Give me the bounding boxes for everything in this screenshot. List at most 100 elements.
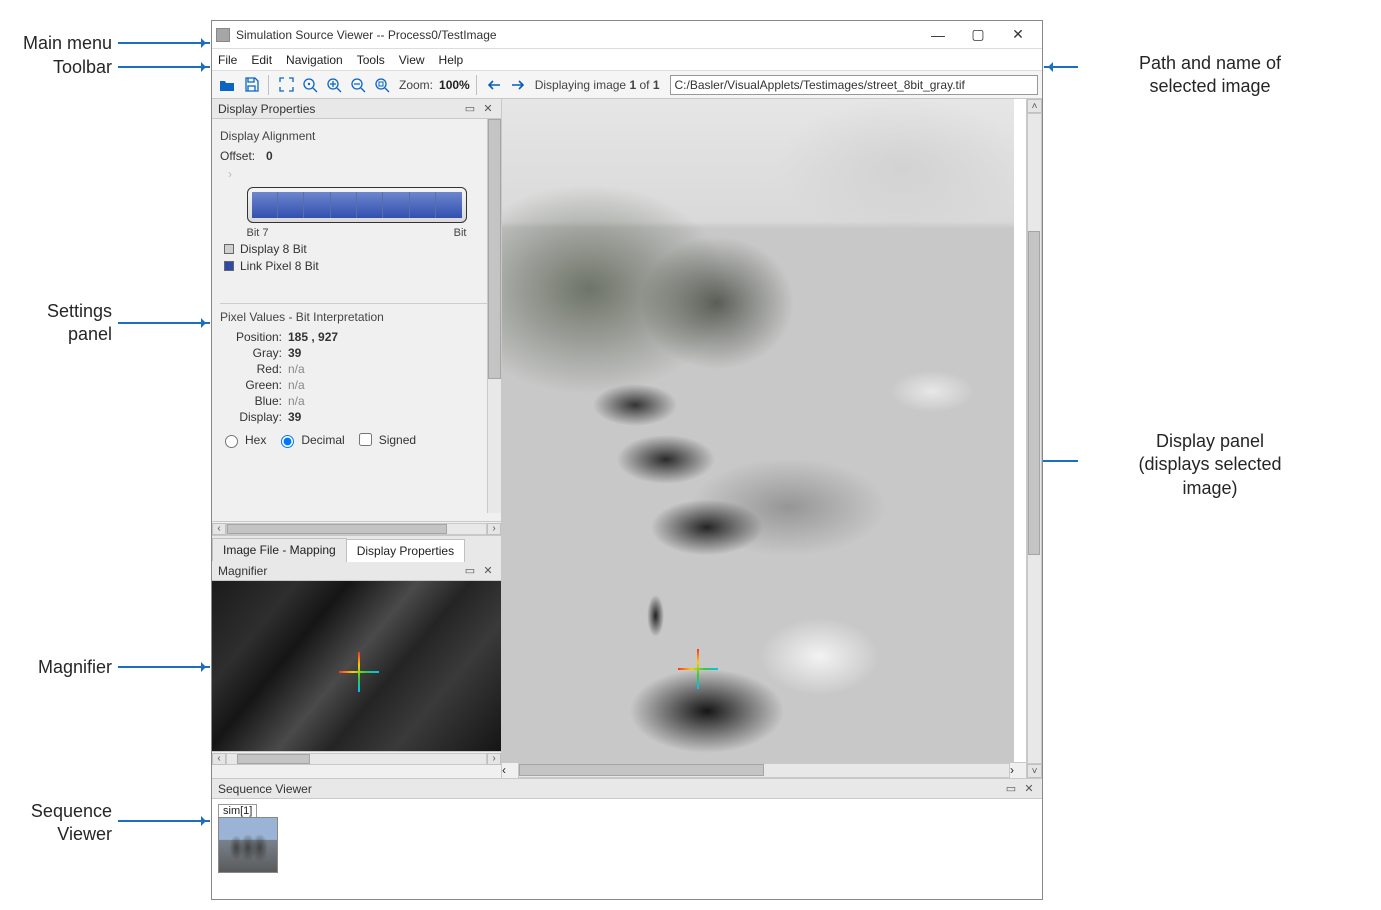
maximize-button[interactable]: ▢ xyxy=(958,22,998,48)
viewport-vscroll[interactable]: ˄ ˅ xyxy=(1026,99,1042,778)
magnifier-image[interactable] xyxy=(212,581,501,751)
viewport-hscroll[interactable]: ‹ › xyxy=(502,762,1026,778)
menu-edit[interactable]: Edit xyxy=(251,53,272,67)
image-path-value: C:/Basler/VisualApplets/Testimages/stree… xyxy=(675,78,965,92)
radix-hex[interactable]: Hex xyxy=(220,432,266,448)
sequence-thumb[interactable]: sim[1] xyxy=(218,803,278,873)
hscroll-track[interactable] xyxy=(226,523,487,535)
display-properties-body: Display Alignment Offset: 0 › Bit 7 Bit … xyxy=(212,119,501,535)
leader-settings xyxy=(118,322,210,324)
zoom-value: 100% xyxy=(439,78,470,92)
vp-vscroll-track[interactable] xyxy=(1027,113,1042,764)
blue-label: Blue: xyxy=(220,394,282,408)
vp-hscroll-track[interactable] xyxy=(518,763,1010,778)
annot-sequence-viewer: Sequence Viewer xyxy=(0,800,112,847)
display-label: Display: xyxy=(220,410,282,424)
displaying-of: of xyxy=(636,78,653,92)
menu-file[interactable]: File xyxy=(218,53,237,67)
toolbar-separator-2 xyxy=(476,75,477,95)
menu-view[interactable]: View xyxy=(399,53,425,67)
next-image-button[interactable] xyxy=(507,74,529,96)
zoom-region-icon[interactable] xyxy=(371,74,393,96)
bit-alignment-bar[interactable] xyxy=(247,187,467,223)
prev-image-button[interactable] xyxy=(483,74,505,96)
image-viewport[interactable]: ‹ › xyxy=(502,99,1026,778)
zoom-in-icon[interactable] xyxy=(323,74,345,96)
open-file-icon[interactable] xyxy=(216,74,238,96)
zoom-out-icon[interactable] xyxy=(347,74,369,96)
green-label: Green: xyxy=(220,378,282,392)
minimize-button[interactable]: ― xyxy=(918,22,958,48)
magnifier-undock-icon[interactable]: ▭ xyxy=(463,564,477,578)
properties-vscrollbar[interactable] xyxy=(487,119,501,513)
mag-hscroll-left-icon[interactable]: ‹ xyxy=(212,753,226,765)
menu-tools[interactable]: Tools xyxy=(357,53,385,67)
menubar: File Edit Navigation Tools View Help xyxy=(212,49,1042,71)
magnifier-header[interactable]: Magnifier ▭ ✕ xyxy=(212,561,501,581)
radix-hex-input[interactable] xyxy=(225,435,238,448)
viewport-crosshair xyxy=(688,659,708,679)
vp-hscroll-left-icon[interactable]: ‹ xyxy=(502,763,518,778)
annot-main-menu: Main menu xyxy=(0,32,112,55)
close-panel-icon[interactable]: ✕ xyxy=(481,102,495,116)
radix-dec-input[interactable] xyxy=(281,435,294,448)
menu-help[interactable]: Help xyxy=(439,53,464,67)
vp-vscroll-down-icon[interactable]: ˅ xyxy=(1027,764,1042,778)
display-panel: ‹ › ˄ ˅ xyxy=(502,99,1042,778)
annot-path-name: Path and name of selected image xyxy=(1080,52,1340,99)
undock-icon[interactable]: ▭ xyxy=(463,102,477,116)
vp-vscroll-up-icon[interactable]: ˄ xyxy=(1027,99,1042,113)
radix-signed-input[interactable] xyxy=(359,433,372,446)
zoom-actual-icon[interactable] xyxy=(299,74,321,96)
menu-navigation[interactable]: Navigation xyxy=(286,53,343,67)
sequence-thumb-label: sim[1] xyxy=(218,804,257,817)
magnifier-hscroll[interactable]: ‹ › xyxy=(212,751,501,765)
sequence-viewer-body: sim[1] xyxy=(212,799,1042,899)
leader-path xyxy=(1044,66,1078,68)
titlebar[interactable]: Simulation Source Viewer -- Process0/Tes… xyxy=(212,21,1042,49)
fit-window-icon[interactable] xyxy=(275,74,297,96)
close-button[interactable]: ✕ xyxy=(998,22,1038,48)
sequence-close-icon[interactable]: ✕ xyxy=(1022,782,1036,796)
radix-decimal[interactable]: Decimal xyxy=(276,432,344,448)
display-properties-header[interactable]: Display Properties ▭ ✕ xyxy=(212,99,501,119)
chevron-right-icon[interactable]: › xyxy=(228,167,493,181)
pixel-values: Position:185 , 927 Gray:39 Red:n/a Green… xyxy=(220,330,493,424)
hscroll-thumb[interactable] xyxy=(227,524,447,534)
save-file-icon[interactable] xyxy=(240,74,262,96)
radix-signed[interactable]: Signed xyxy=(355,430,416,449)
zoom-label: Zoom: xyxy=(399,78,433,92)
displaying-prefix: Displaying image xyxy=(535,78,630,92)
offset-value: 0 xyxy=(266,149,273,163)
properties-vscroll-thumb[interactable] xyxy=(488,119,501,379)
mag-hscroll-right-icon[interactable]: › xyxy=(487,753,501,765)
vp-hscroll-thumb[interactable] xyxy=(519,764,764,776)
leader-magnifier xyxy=(118,666,210,668)
magnifier-close-icon[interactable]: ✕ xyxy=(481,564,495,578)
bit-label-left: Bit 7 xyxy=(247,227,269,239)
red-value: n/a xyxy=(288,362,305,376)
position-label: Position: xyxy=(220,330,282,344)
annot-toolbar: Toolbar xyxy=(0,56,112,79)
vp-vscroll-thumb[interactable] xyxy=(1028,231,1040,556)
sequence-undock-icon[interactable]: ▭ xyxy=(1004,782,1018,796)
window-title: Simulation Source Viewer -- Process0/Tes… xyxy=(236,28,918,42)
hscroll-left-icon[interactable]: ‹ xyxy=(212,523,226,535)
hscroll-right-icon[interactable]: › xyxy=(487,523,501,535)
image-path-field[interactable]: C:/Basler/VisualApplets/Testimages/stree… xyxy=(670,75,1039,95)
main-area: Display Properties ▭ ✕ Display Alignment… xyxy=(212,99,1042,778)
sequence-thumb-image[interactable] xyxy=(218,817,278,873)
mag-hscroll-track[interactable] xyxy=(226,753,487,765)
mag-hscroll-thumb[interactable] xyxy=(237,754,310,764)
properties-hscroll[interactable]: ‹ › xyxy=(212,521,501,535)
sequence-viewer-header[interactable]: Sequence Viewer ▭ ✕ xyxy=(212,779,1042,799)
radix-signed-label: Signed xyxy=(379,433,416,447)
annot-display-panel: Display panel (displays selected image) xyxy=(1080,430,1340,500)
vp-hscroll-right-icon[interactable]: › xyxy=(1010,763,1026,778)
tab-image-file-mapping[interactable]: Image File - Mapping xyxy=(212,538,347,561)
leader-main-menu xyxy=(118,42,210,44)
magnifier-body: ‹ › xyxy=(212,581,501,778)
displaying-total: 1 xyxy=(653,78,660,92)
legend-link: Link Pixel 8 Bit xyxy=(224,259,493,273)
tab-display-properties[interactable]: Display Properties xyxy=(346,539,465,562)
